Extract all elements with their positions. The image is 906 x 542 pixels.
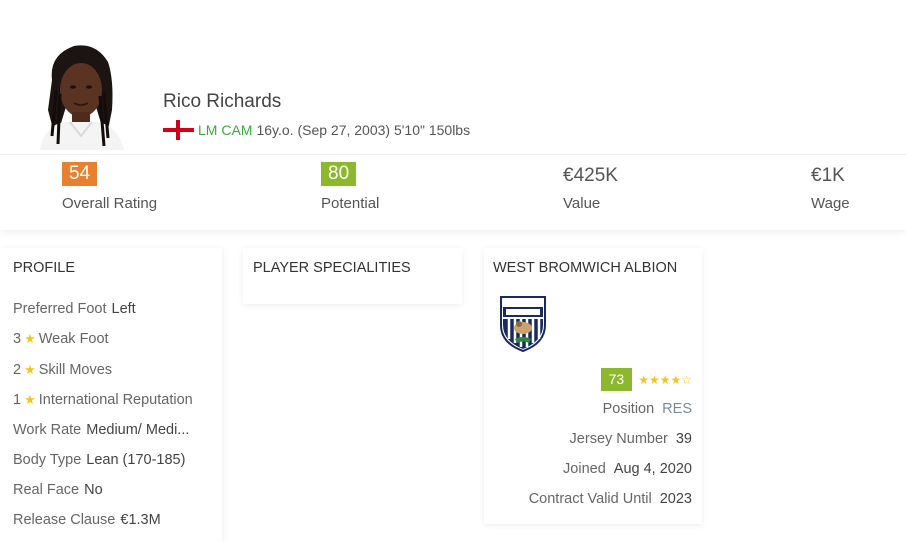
wage-stat: €1K Wage — [811, 162, 850, 212]
star-icon: ★ — [24, 362, 36, 377]
release-clause-row: Release Clause €1.3M — [13, 512, 161, 528]
overall-rating-badge: 54 — [62, 162, 98, 186]
overall-rating-label: Overall Rating — [62, 195, 158, 212]
club-crest-icon[interactable] — [499, 295, 547, 353]
potential-badge: 80 — [321, 162, 357, 186]
weak-foot-value: 3 — [13, 331, 22, 347]
release-clause-label: Release Clause — [13, 512, 116, 528]
weak-foot-row: 3 ★ Weak Foot — [13, 331, 109, 347]
body-type-label: Body Type — [13, 452, 82, 468]
club-position-label: Position — [602, 401, 655, 417]
profile-card: PROFILE Preferred Foot Left 3 ★ Weak Foot 2… — [0, 248, 222, 542]
real-face-row: Real Face No — [13, 482, 103, 498]
value-label: Value — [563, 195, 601, 212]
joined-value: Aug 4, 2020 — [613, 461, 692, 477]
player-header-card: Rico Richards LM CAM 16y.o. (Sep 27, 200… — [0, 0, 906, 230]
real-face-value: No — [84, 482, 103, 498]
star-icon: ★ — [24, 392, 36, 407]
player-avatar — [34, 40, 128, 150]
club-name[interactable]: WEST BROMWICH ALBION — [493, 260, 677, 276]
club-card: WEST BROMWICH ALBION 73 ★★★★☆ Position RE… — [484, 248, 702, 524]
star-icon: ★ — [24, 331, 36, 346]
overall-rating-stat: 54 Overall Rating — [62, 162, 157, 212]
stats-divider — [0, 154, 906, 155]
value-stat: €425K Value — [563, 162, 618, 212]
club-stars-icon: ★★★★☆ — [638, 372, 692, 387]
player-details: 16y.o. (Sep 27, 2003) 5'10" 150lbs — [256, 122, 471, 138]
body-type-value: Lean (170-185) — [86, 452, 186, 468]
club-rating: 73 ★★★★☆ — [600, 368, 692, 391]
skill-moves-value: 2 — [13, 362, 22, 378]
weak-foot-label: Weak Foot — [38, 331, 109, 347]
england-flag-icon — [163, 120, 194, 140]
potential-stat: 80 Potential — [321, 162, 379, 212]
player-specialities-card: PLAYER SPECIALITIES — [243, 248, 462, 304]
international-reputation-row: 1 ★ International Reputation — [13, 392, 193, 408]
work-rate-row: Work Rate Medium/ Medi... — [13, 422, 189, 438]
contract-label: Contract Valid Until — [528, 491, 652, 507]
profile-title: PROFILE — [13, 260, 76, 276]
contract-row: Contract Valid Until 2023 — [529, 491, 692, 507]
jersey-number-row: Jersey Number 39 — [570, 431, 692, 447]
preferred-foot-value: Left — [111, 301, 136, 317]
release-clause-value: €1.3M — [120, 512, 161, 528]
joined-row: Joined Aug 4, 2020 — [563, 461, 692, 477]
club-rating-badge: 73 — [600, 368, 633, 391]
preferred-foot-label: Preferred Foot — [13, 301, 107, 317]
wage-label: Wage — [811, 195, 850, 212]
player-meta: LM CAM 16y.o. (Sep 27, 2003) 5'10" 150lb… — [163, 120, 470, 140]
work-rate-label: Work Rate — [13, 422, 82, 438]
international-reputation-label: International Reputation — [38, 392, 193, 408]
potential-label: Potential — [321, 195, 380, 212]
wage-amount: €1K — [811, 165, 845, 186]
preferred-foot-row: Preferred Foot Left — [13, 301, 136, 317]
player-name: Rico Richards — [163, 91, 282, 112]
joined-label: Joined — [563, 461, 606, 477]
jersey-number-value: 39 — [675, 431, 692, 447]
work-rate-value: Medium/ Medi... — [86, 422, 190, 438]
club-position-value: RES — [662, 401, 692, 417]
international-reputation-value: 1 — [13, 392, 22, 408]
skill-moves-row: 2 ★ Skill Moves — [13, 362, 112, 378]
real-face-label: Real Face — [13, 482, 80, 498]
player-specialities-title: PLAYER SPECIALITIES — [253, 260, 411, 276]
contract-value: 2023 — [659, 491, 692, 507]
value-amount: €425K — [563, 165, 618, 186]
jersey-number-label: Jersey Number — [569, 431, 668, 447]
player-positions[interactable]: LM CAM — [198, 122, 252, 138]
skill-moves-label: Skill Moves — [38, 362, 113, 378]
club-position-row: Position RES — [603, 401, 692, 417]
body-type-row: Body Type Lean (170-185) — [13, 452, 185, 468]
